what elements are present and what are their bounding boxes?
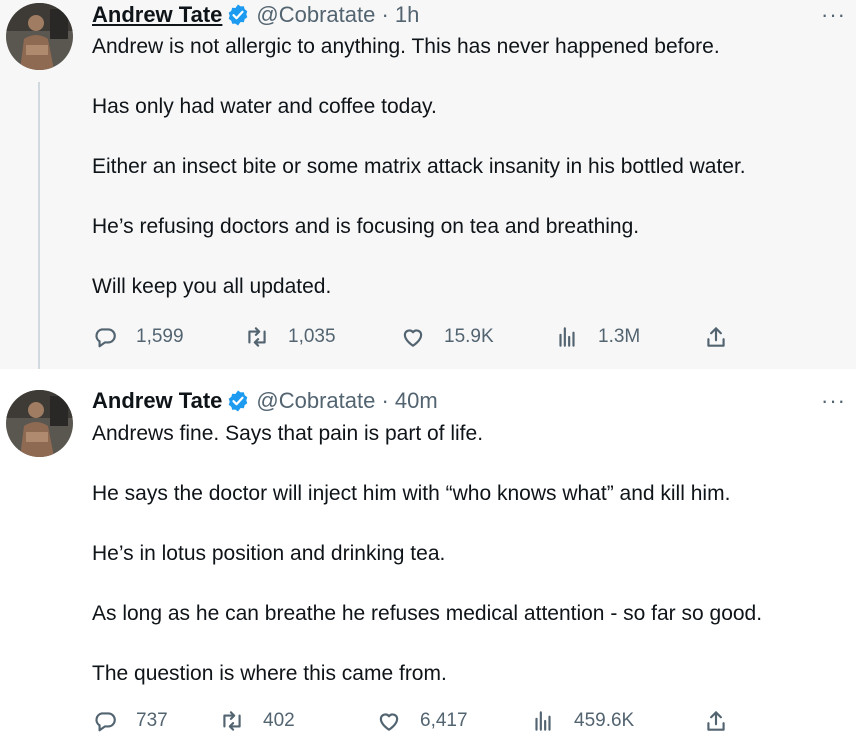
tweet-paragraph: As long as he can breathe he refuses med… [92, 602, 763, 625]
share-icon [707, 711, 725, 731]
like-button[interactable]: 15.9K [400, 322, 494, 352]
like-count: 6,417 [420, 710, 468, 731]
reply-count: 1,599 [136, 326, 184, 347]
like-count: 15.9K [444, 326, 494, 347]
tweet-1[interactable]: Andrew Tate @Cobratate · 1h ··· Andrew i… [0, 0, 856, 372]
share-button[interactable] [703, 706, 729, 736]
tweet-text: Andrew is not allergic to anything. This… [92, 32, 842, 332]
verified-badge-icon [229, 4, 248, 26]
avatar[interactable] [6, 3, 73, 70]
action-bar: 1,599 1,035 15.9K 1.3M [92, 322, 752, 352]
tweet-paragraph: The question is where this came from. [92, 662, 447, 685]
avatar[interactable] [6, 390, 73, 457]
handle-and-time[interactable]: @Cobratate · 1h [256, 2, 419, 28]
tweet-paragraph: He’s refusing doctors and is focusing on… [92, 215, 640, 238]
reply-button[interactable]: 737 [92, 706, 168, 736]
thread-connector-line [38, 82, 40, 372]
views-icon [535, 711, 551, 731]
handle-and-time[interactable]: @Cobratate · 40m [256, 388, 437, 414]
reply-icon [95, 712, 116, 732]
reply-icon [95, 328, 116, 348]
like-icon [379, 713, 399, 731]
tweet-paragraph: He says the doctor will inject him with … [92, 482, 731, 505]
tweet-paragraph: Andrews fine. Says that pain is part of … [92, 422, 484, 445]
tweet-paragraph: He’s in lotus position and drinking tea. [92, 542, 446, 565]
retweet-count: 1,035 [288, 326, 336, 347]
more-options-button[interactable]: ··· [821, 390, 846, 412]
author-name[interactable]: Andrew Tate [92, 388, 222, 414]
tweet-text: Andrews fine. Says that pain is part of … [92, 419, 842, 689]
tweet-2[interactable]: Andrew Tate @Cobratate · 40m ··· Andrews… [0, 369, 856, 740]
like-button[interactable]: 6,417 [376, 706, 468, 736]
tweet-paragraph: Andrew is not allergic to anything. This… [92, 35, 720, 58]
verified-badge-icon [229, 390, 248, 412]
retweet-icon [223, 711, 241, 731]
share-icon [707, 327, 725, 347]
share-button[interactable] [703, 322, 729, 352]
views-count: 1.3M [598, 326, 641, 347]
retweet-button[interactable]: 402 [219, 706, 295, 736]
tweet-header: Andrew Tate @Cobratate · 40m [92, 388, 438, 414]
reply-count: 737 [136, 710, 168, 731]
tweet-paragraph: Either an insect bite or some matrix att… [92, 155, 746, 178]
action-bar: 737 402 6,417 459.6K [92, 706, 752, 736]
views-button[interactable]: 1.3M [554, 322, 640, 352]
retweet-icon [248, 327, 266, 347]
like-icon [403, 329, 423, 347]
views-count: 459.6K [574, 710, 635, 731]
tweet-header: Andrew Tate @Cobratate · 1h [92, 2, 419, 28]
author-name[interactable]: Andrew Tate [92, 2, 222, 28]
reply-button[interactable]: 1,599 [92, 322, 184, 352]
tweet-paragraph: Will keep you all updated. [92, 275, 332, 298]
views-icon [559, 327, 575, 347]
more-options-button[interactable]: ··· [821, 4, 846, 26]
views-button[interactable]: 459.6K [530, 706, 634, 736]
retweet-button[interactable]: 1,035 [244, 322, 336, 352]
retweet-count: 402 [263, 710, 295, 731]
tweet-paragraph: Has only had water and coffee today. [92, 95, 437, 118]
